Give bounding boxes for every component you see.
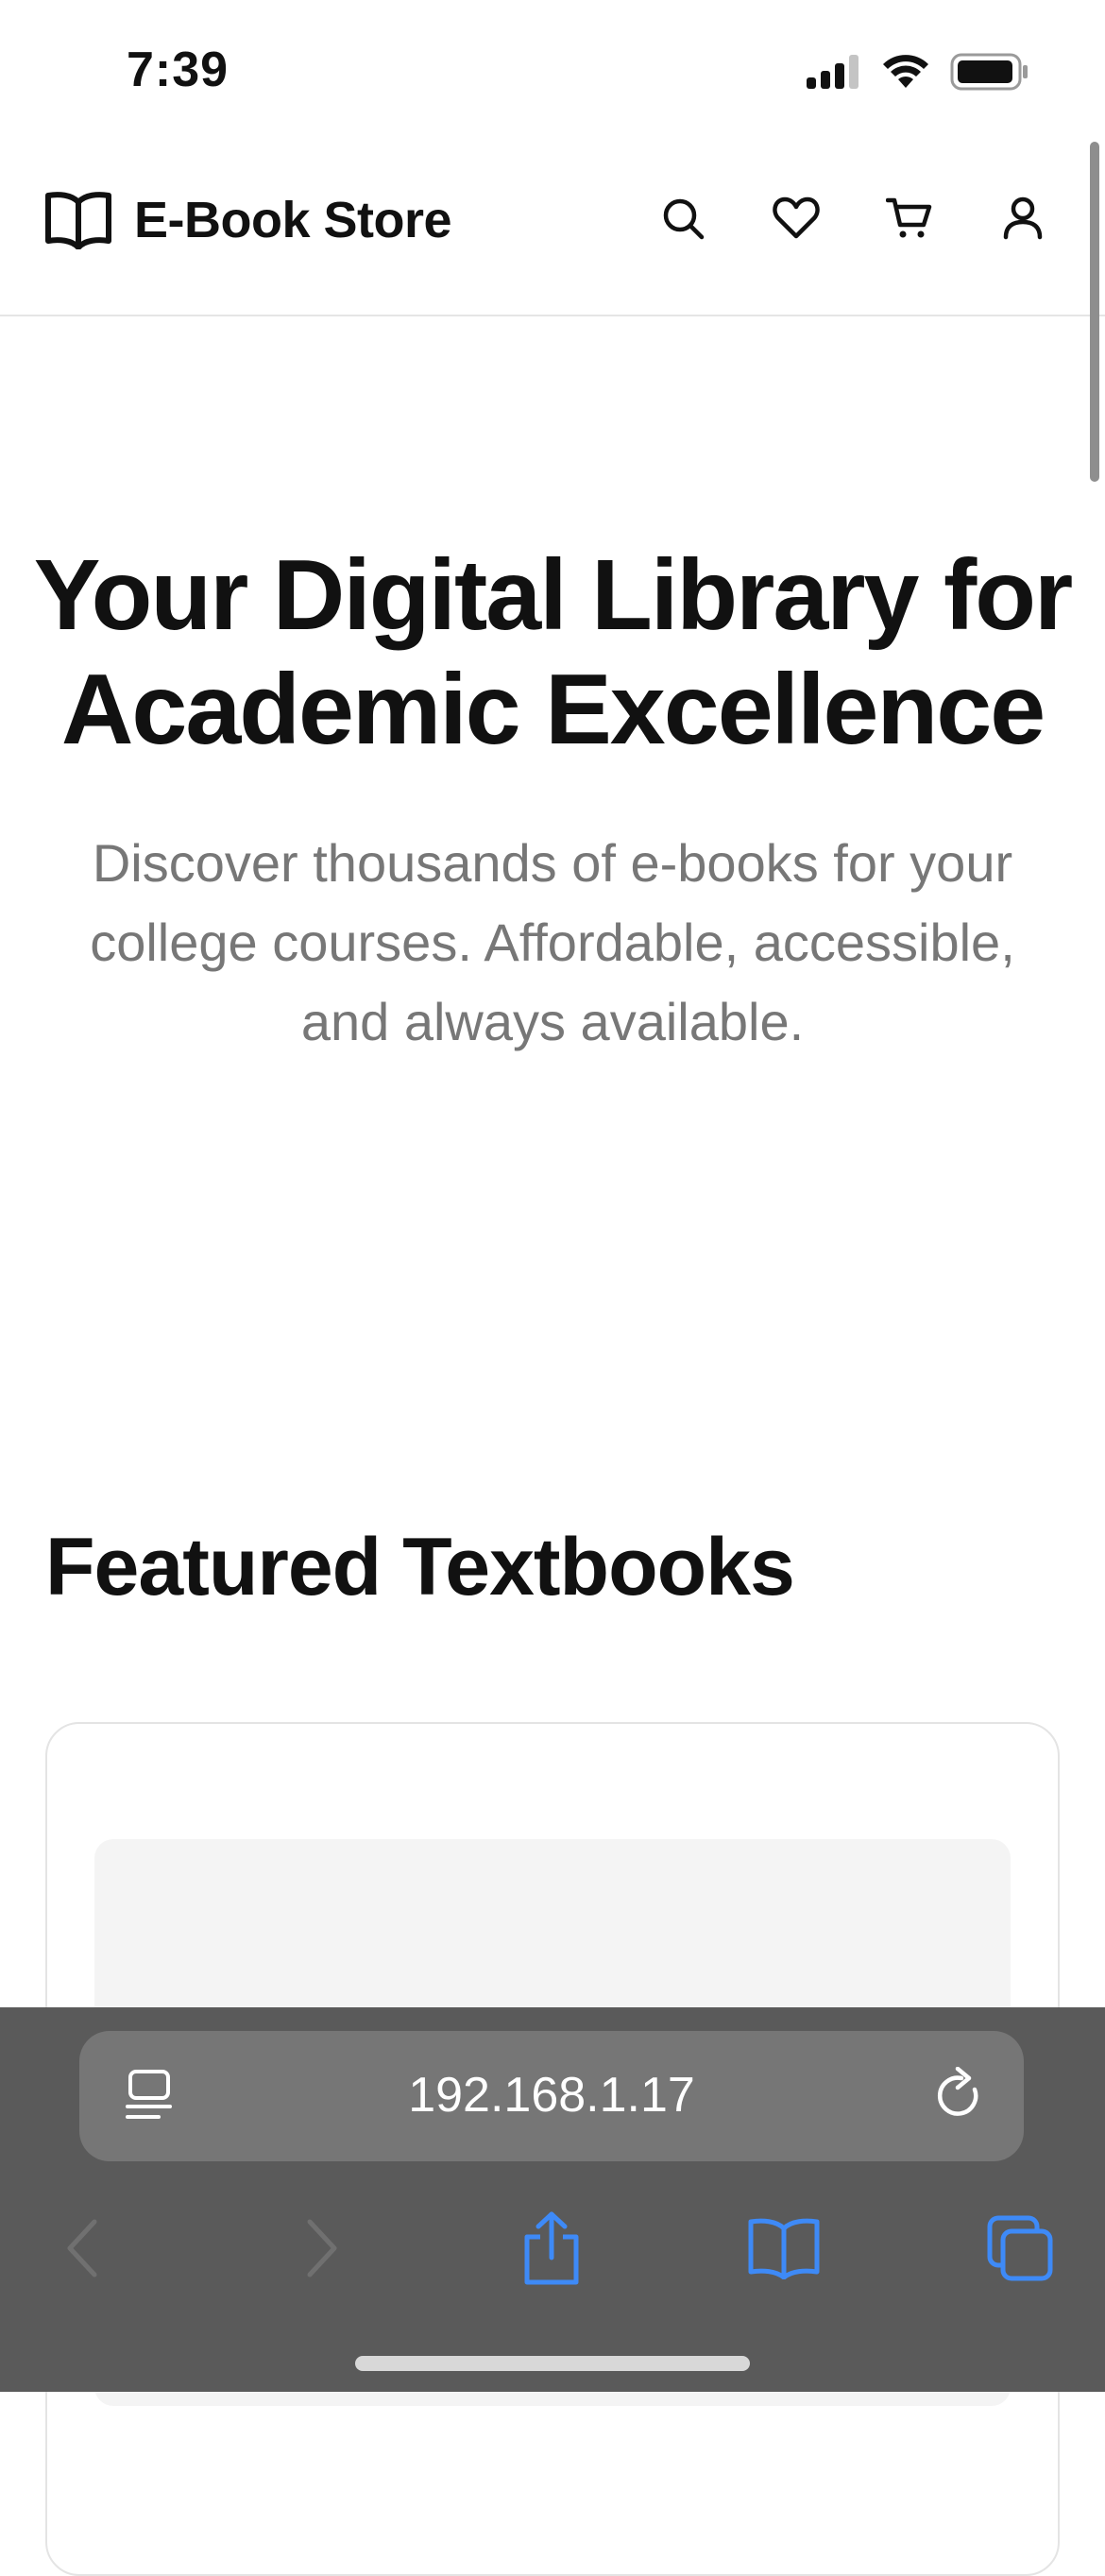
site-header: E-Book Store bbox=[0, 142, 1105, 316]
account-button[interactable] bbox=[997, 193, 1048, 244]
browser-toolbar: 192.168.1.17 bbox=[0, 2007, 1105, 2392]
address-bar[interactable]: 192.168.1.17 bbox=[79, 2031, 1024, 2161]
url-text: 192.168.1.17 bbox=[408, 2068, 695, 2123]
browser-nav-row bbox=[0, 2196, 1105, 2310]
hero-subtitle: Discover thousands of e-books for your c… bbox=[90, 833, 1015, 1051]
status-time: 7:39 bbox=[127, 43, 230, 97]
chevron-right-icon bbox=[307, 2219, 337, 2277]
tabs-button[interactable] bbox=[973, 2196, 1067, 2300]
bookmarks-icon bbox=[748, 2218, 820, 2279]
brand-logo[interactable]: E-Book Store bbox=[45, 191, 452, 249]
hero-title: Your Digital Library for Academic Excell… bbox=[33, 539, 1074, 765]
back-button[interactable] bbox=[36, 2196, 130, 2300]
user-icon bbox=[1003, 196, 1043, 240]
cellular-signal-icon bbox=[807, 55, 858, 89]
cart-icon bbox=[886, 197, 932, 238]
cart-button[interactable] bbox=[884, 193, 935, 244]
search-icon bbox=[663, 198, 705, 240]
wifi-icon bbox=[883, 55, 928, 88]
forward-button[interactable] bbox=[274, 2196, 368, 2300]
open-book-icon bbox=[45, 192, 111, 249]
heart-icon bbox=[773, 196, 820, 239]
bookmarks-button[interactable] bbox=[737, 2196, 831, 2300]
chevron-left-icon bbox=[67, 2219, 97, 2277]
tabs-icon bbox=[987, 2215, 1053, 2281]
header-actions bbox=[657, 193, 1048, 244]
search-button[interactable] bbox=[657, 193, 708, 244]
status-bar: 7:39 bbox=[0, 0, 1105, 142]
brand-name: E-Book Store bbox=[134, 192, 452, 248]
share-icon bbox=[524, 2211, 579, 2285]
page-scrollbar[interactable] bbox=[1090, 142, 1099, 482]
share-button[interactable] bbox=[504, 2196, 599, 2300]
reload-icon[interactable] bbox=[933, 2067, 986, 2124]
wishlist-button[interactable] bbox=[771, 193, 822, 244]
home-indicator bbox=[355, 2356, 750, 2371]
battery-icon bbox=[950, 53, 1028, 91]
status-icons bbox=[807, 53, 1029, 91]
hero-section: Your Digital Library for Academic Excell… bbox=[0, 538, 1105, 1062]
featured-section-title: Featured Textbooks bbox=[45, 1522, 795, 1612]
